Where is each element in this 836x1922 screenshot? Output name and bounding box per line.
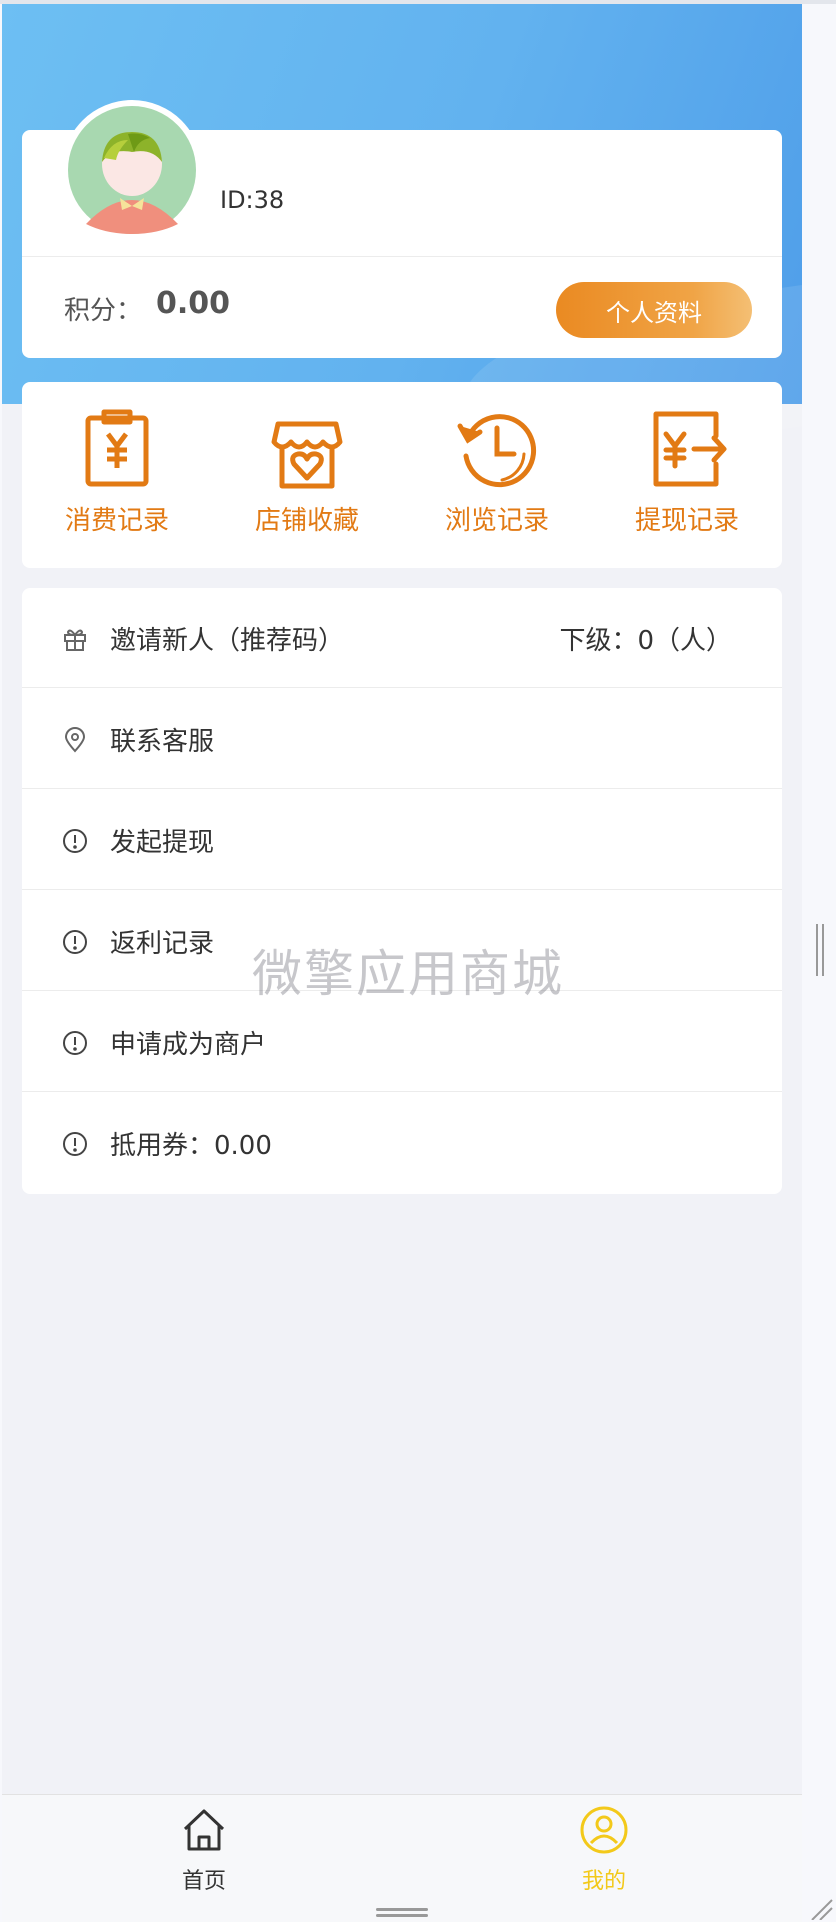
- info-circle-icon: [62, 1030, 88, 1056]
- info-circle-icon: [62, 929, 88, 955]
- info-circle-icon: [62, 828, 88, 854]
- quick-label: 提现记录: [634, 506, 739, 536]
- bottom-handle[interactable]: [376, 1914, 428, 1917]
- subordinates-count: 下级：0（人）: [559, 626, 732, 656]
- receipt-yen-icon: [74, 406, 160, 492]
- quick-label: 店铺收藏: [254, 506, 359, 536]
- user-id: ID:38: [220, 186, 285, 214]
- corner-resize-grip[interactable]: [810, 1898, 834, 1920]
- quick-label: 消费记录: [64, 506, 169, 536]
- quick-item-browse-history[interactable]: 浏览记录: [402, 382, 592, 568]
- quick-item-consumption[interactable]: 消费记录: [22, 382, 212, 568]
- points-label: 积分：: [64, 296, 143, 326]
- menu-label: 发起提现: [110, 828, 215, 858]
- quick-item-withdraw-history[interactable]: 提现记录: [592, 382, 782, 568]
- app-frame: ID:38 积分： 0.00 个人资料 消费记录 店铺收藏 浏览记录 提现记录 …: [2, 4, 802, 1922]
- tab-home[interactable]: 首页: [144, 1805, 264, 1895]
- menu-item-voucher[interactable]: 抵用券：0.00: [22, 1093, 782, 1193]
- menu-label: 联系客服: [110, 727, 215, 757]
- profile-card: ID:38 积分： 0.00 个人资料: [22, 100, 782, 358]
- profile-button[interactable]: 个人资料: [556, 282, 752, 338]
- store-heart-icon: [264, 406, 350, 492]
- avatar-illustration: [68, 106, 196, 234]
- tab-label: 首页: [181, 1869, 226, 1894]
- location-pin-icon: [62, 727, 88, 753]
- quick-item-store-favorites[interactable]: 店铺收藏: [212, 382, 402, 568]
- withdraw-yen-icon: [644, 406, 730, 492]
- bottom-handle[interactable]: [376, 1908, 428, 1911]
- menu-item-apply-merchant[interactable]: 申请成为商户: [22, 992, 782, 1092]
- tab-mine[interactable]: 我的: [544, 1805, 664, 1895]
- menu-item-withdraw[interactable]: 发起提现: [22, 790, 782, 890]
- quick-label: 浏览记录: [444, 506, 549, 536]
- home-icon: [183, 1809, 225, 1851]
- menu-label: 邀请新人（推荐码）: [110, 626, 345, 656]
- card-divider: [22, 256, 782, 257]
- menu-label: 申请成为商户: [110, 1030, 267, 1060]
- points-value: 0.00: [156, 286, 231, 321]
- side-resize-grip[interactable]: [816, 924, 826, 976]
- gift-icon: [62, 626, 88, 652]
- menu-list: 邀请新人（推荐码） 下级：0（人） 联系客服 发起提现 返利记录 申请成为商户 …: [22, 588, 782, 1194]
- quick-actions: 消费记录 店铺收藏 浏览记录 提现记录: [22, 382, 782, 568]
- bottom-tab-bar: 首页 我的: [2, 1794, 802, 1922]
- history-clock-icon: [454, 406, 540, 492]
- menu-label: 抵用券：0.00: [110, 1131, 272, 1161]
- user-circle-icon: [580, 1806, 628, 1854]
- menu-label: 返利记录: [110, 929, 215, 959]
- avatar[interactable]: [62, 100, 202, 240]
- menu-item-invite[interactable]: 邀请新人（推荐码） 下级：0（人）: [22, 588, 782, 688]
- info-circle-icon: [62, 1131, 88, 1157]
- tab-label: 我的: [581, 1869, 626, 1894]
- watermark: 微擎应用商城: [252, 945, 564, 1003]
- menu-item-customer-service[interactable]: 联系客服: [22, 689, 782, 789]
